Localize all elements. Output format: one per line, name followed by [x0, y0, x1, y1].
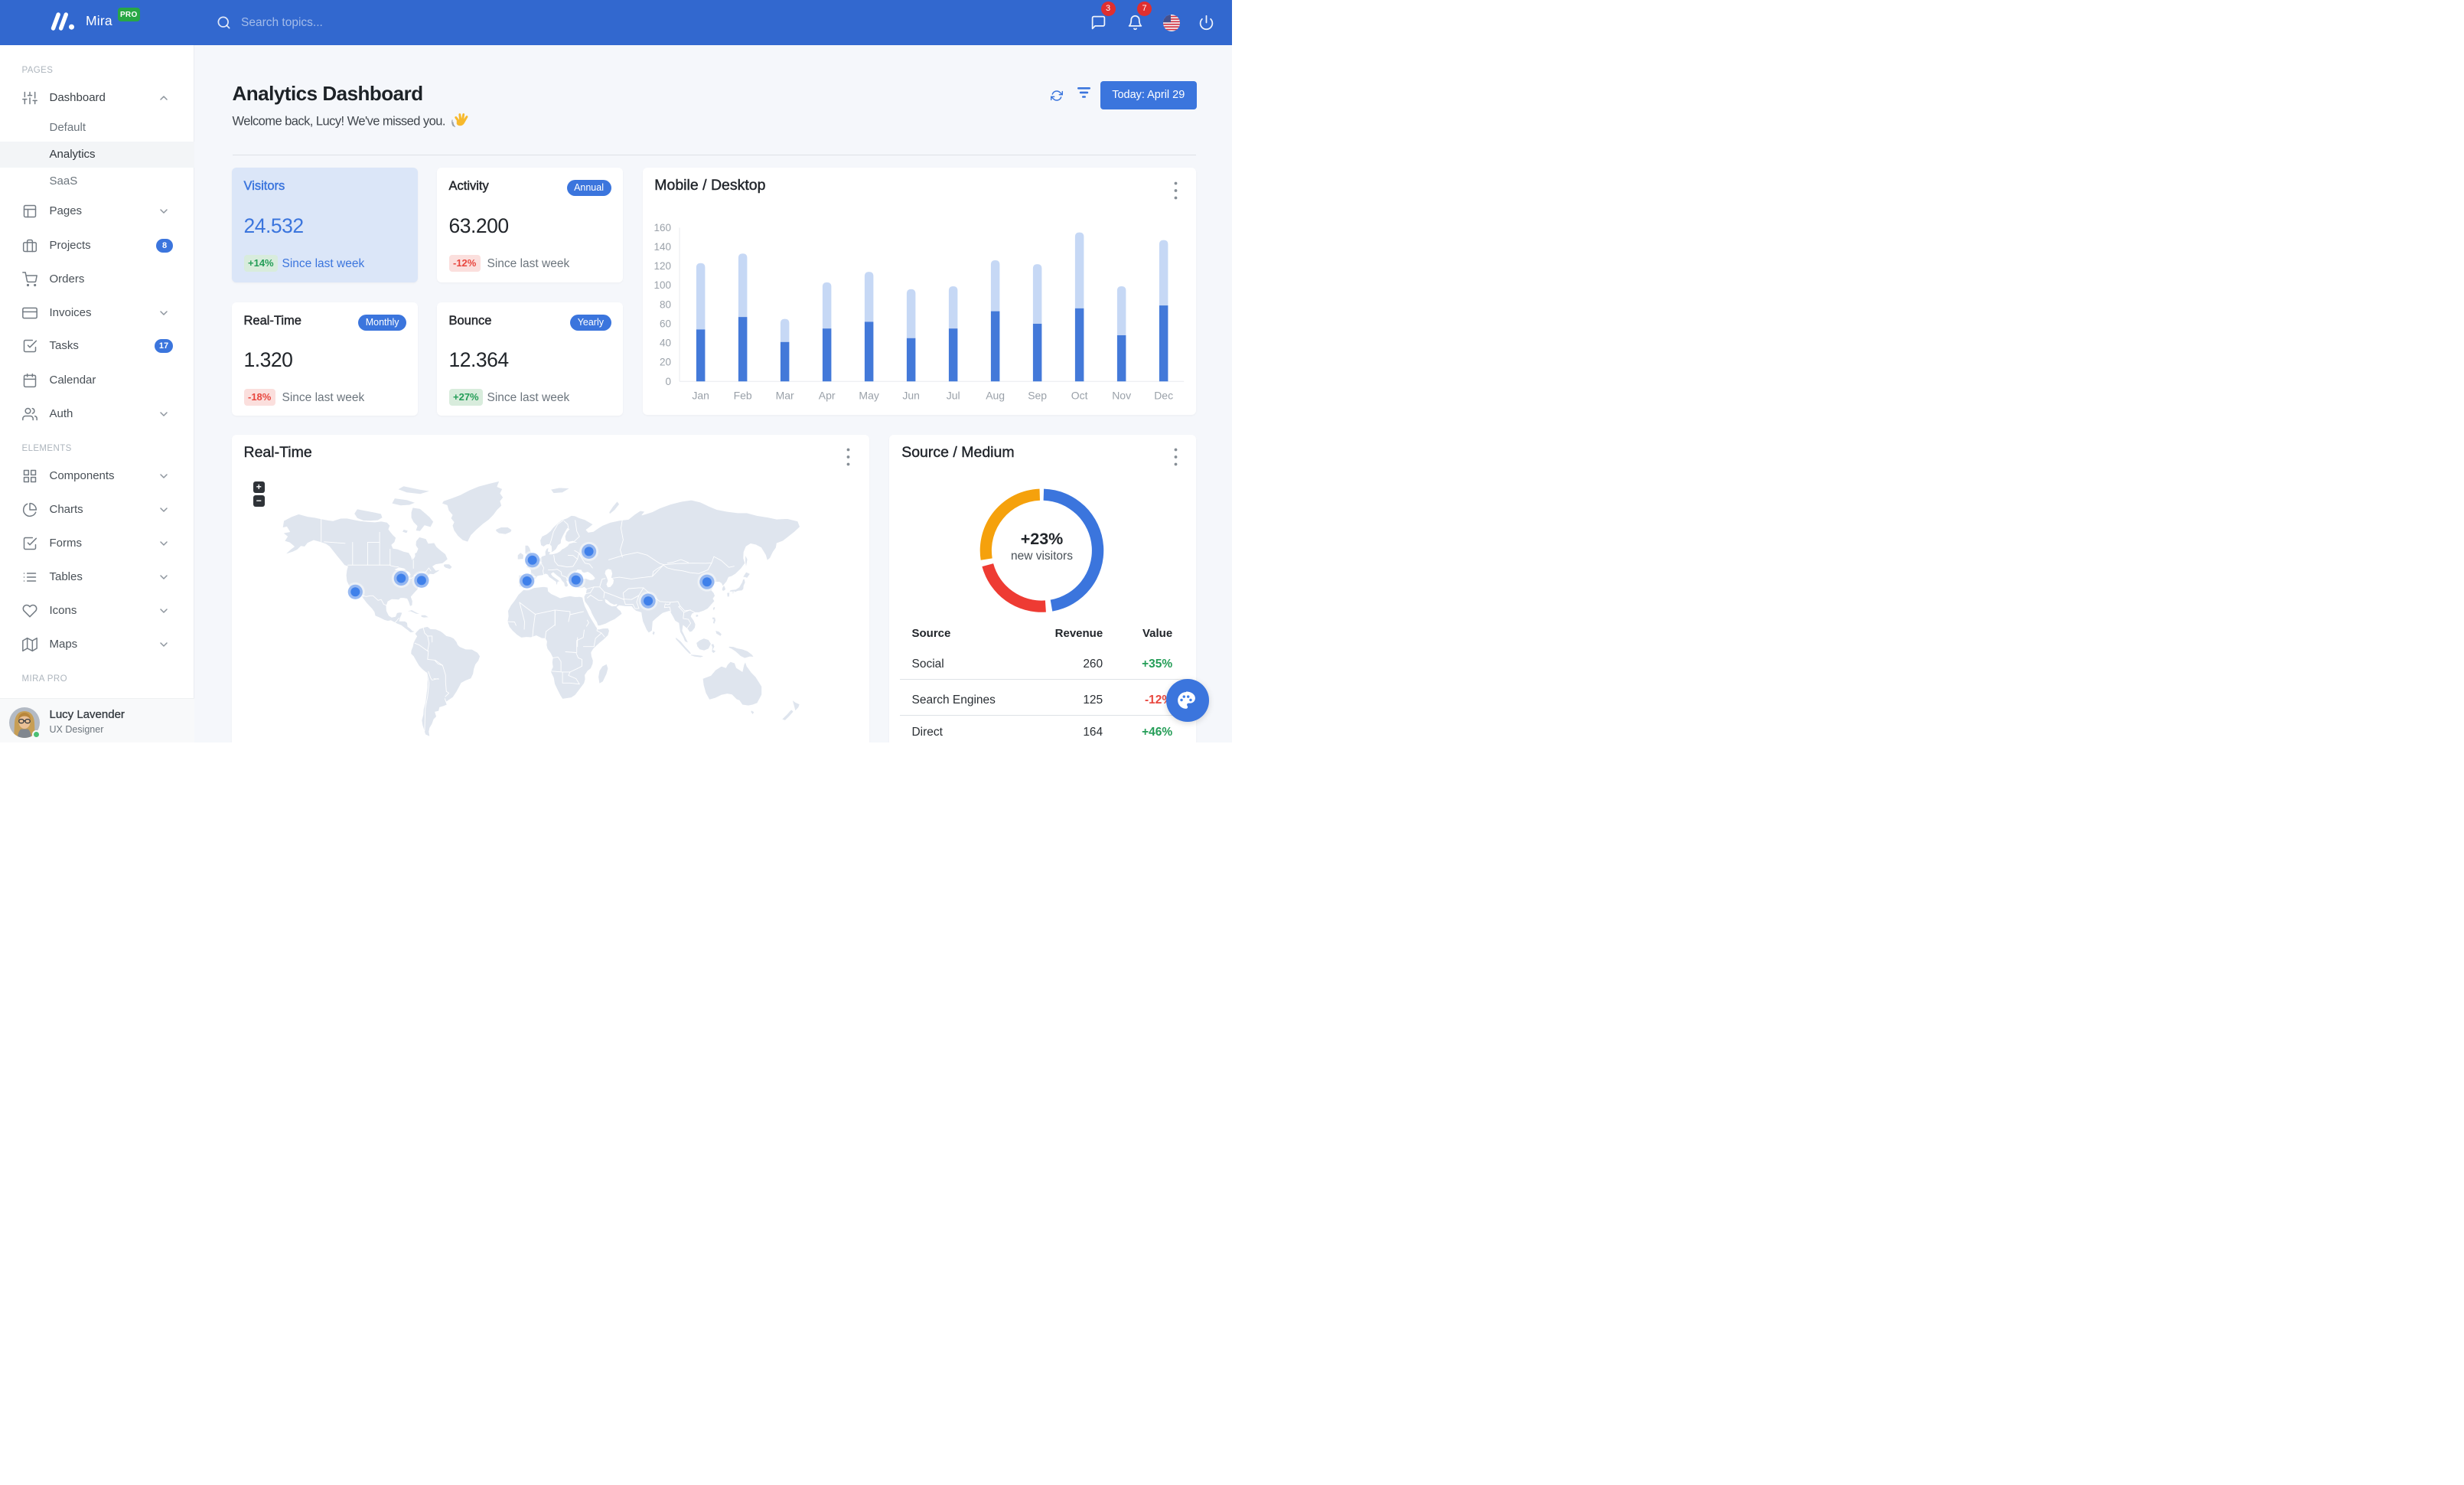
svg-text:Sep: Sep — [1028, 390, 1047, 402]
svg-text:May: May — [859, 390, 878, 402]
svg-text:80: 80 — [660, 299, 671, 310]
svg-text:Oct: Oct — [1071, 390, 1088, 402]
svg-text:Feb: Feb — [733, 390, 751, 402]
svg-text:40: 40 — [660, 338, 671, 349]
svg-text:Aug: Aug — [986, 390, 1005, 402]
svg-text:Jan: Jan — [692, 390, 709, 402]
svg-text:Apr: Apr — [819, 390, 836, 402]
svg-text:120: 120 — [653, 260, 671, 272]
svg-text:60: 60 — [660, 318, 671, 329]
svg-text:Dec: Dec — [1154, 390, 1173, 402]
svg-text:100: 100 — [653, 279, 671, 291]
svg-text:Jul: Jul — [946, 390, 960, 402]
svg-text:20: 20 — [660, 357, 671, 368]
svg-text:Nov: Nov — [1112, 390, 1131, 402]
svg-text:160: 160 — [653, 222, 671, 233]
svg-text:0: 0 — [665, 376, 671, 387]
svg-text:Jun: Jun — [902, 390, 920, 402]
svg-text:Mar: Mar — [775, 390, 794, 402]
svg-text:140: 140 — [653, 241, 671, 253]
